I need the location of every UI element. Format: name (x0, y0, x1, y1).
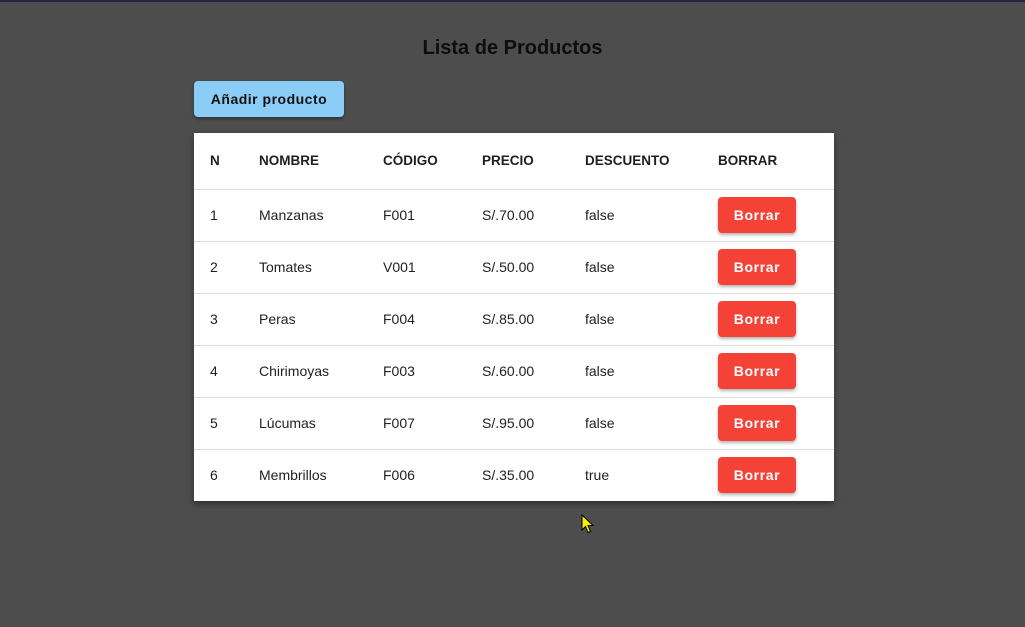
cell-borrar: Borrar (718, 293, 834, 345)
cell-n: 6 (210, 467, 218, 484)
table-row: 3 Peras F004 S/.85.00 false Borrar (194, 293, 834, 345)
cell-descuento: true (585, 467, 610, 484)
delete-button[interactable]: Borrar (718, 249, 796, 285)
cell-descuento: false (585, 259, 615, 275)
cell-borrar: Borrar (718, 345, 834, 397)
header-descuento: DESCUENTO (585, 133, 718, 190)
cell-nombre: Manzanas (259, 207, 324, 223)
page-title: Lista de Productos (422, 37, 603, 59)
cell-precio: S/.60.00 (482, 363, 535, 379)
cell-nombre: Tomates (259, 259, 312, 275)
delete-button[interactable]: Borrar (718, 353, 796, 389)
header-n: N (194, 133, 259, 190)
cell-precio: S/.35.00 (482, 467, 535, 484)
cell-descuento: false (585, 415, 615, 431)
cell-codigo: F001 (383, 207, 415, 223)
header-precio: PRECIO (482, 133, 585, 190)
cell-borrar: Borrar (718, 241, 834, 293)
cell-borrar: Borrar (718, 449, 834, 501)
window-top-border (0, 0, 1025, 2)
cell-borrar: Borrar (718, 397, 834, 449)
header-borrar: BORRAR (718, 133, 834, 190)
cell-descuento: false (585, 363, 615, 379)
table-row: 6 Membrillos F006 S/.35.00 true Borrar (194, 449, 834, 501)
cell-codigo: F007 (383, 415, 415, 431)
cell-descuento: false (585, 207, 615, 223)
add-product-button[interactable]: Añadir producto (194, 81, 344, 117)
cell-n: 2 (210, 259, 218, 275)
cell-precio: S/.95.00 (482, 415, 535, 431)
cell-borrar: Borrar (718, 189, 834, 241)
table-row: 4 Chirimoyas F003 S/.60.00 false Borrar (194, 345, 834, 397)
cell-precio: S/.70.00 (482, 207, 535, 223)
header-codigo: CÓDIGO (383, 133, 482, 190)
cell-descuento: false (585, 311, 615, 327)
table-row: 2 Tomates V001 S/.50.00 false Borrar (194, 241, 834, 293)
cell-nombre: Lúcumas (259, 415, 316, 431)
delete-button[interactable]: Borrar (718, 457, 796, 494)
cell-n: 5 (210, 415, 218, 431)
cell-nombre: Peras (259, 311, 296, 327)
table-row: 1 Manzanas F001 S/.70.00 false Borrar (194, 189, 834, 241)
cell-n: 4 (210, 363, 218, 379)
delete-button[interactable]: Borrar (718, 197, 796, 233)
delete-button[interactable]: Borrar (718, 301, 796, 337)
cell-precio: S/.50.00 (482, 259, 535, 275)
header-nombre: NOMBRE (259, 133, 383, 190)
table-header-row: N NOMBRE CÓDIGO PRECIO DESCUENTO BORRAR (194, 133, 834, 190)
products-table-card: N NOMBRE CÓDIGO PRECIO DESCUENTO BORRAR … (194, 133, 834, 501)
products-table: N NOMBRE CÓDIGO PRECIO DESCUENTO BORRAR … (194, 133, 834, 501)
cell-codigo: F004 (383, 311, 415, 327)
delete-button[interactable]: Borrar (718, 405, 796, 441)
cell-codigo: F006 (383, 467, 415, 484)
table-row: 5 Lúcumas F007 S/.95.00 false Borrar (194, 397, 834, 449)
cell-nombre: Membrillos (259, 467, 327, 484)
cell-codigo: F003 (383, 363, 415, 379)
cell-codigo: V001 (383, 259, 416, 275)
mouse-pointer-icon (581, 514, 595, 534)
cell-precio: S/.85.00 (482, 311, 535, 327)
cell-n: 1 (210, 207, 218, 223)
cell-nombre: Chirimoyas (259, 363, 330, 379)
cell-n: 3 (210, 311, 218, 327)
